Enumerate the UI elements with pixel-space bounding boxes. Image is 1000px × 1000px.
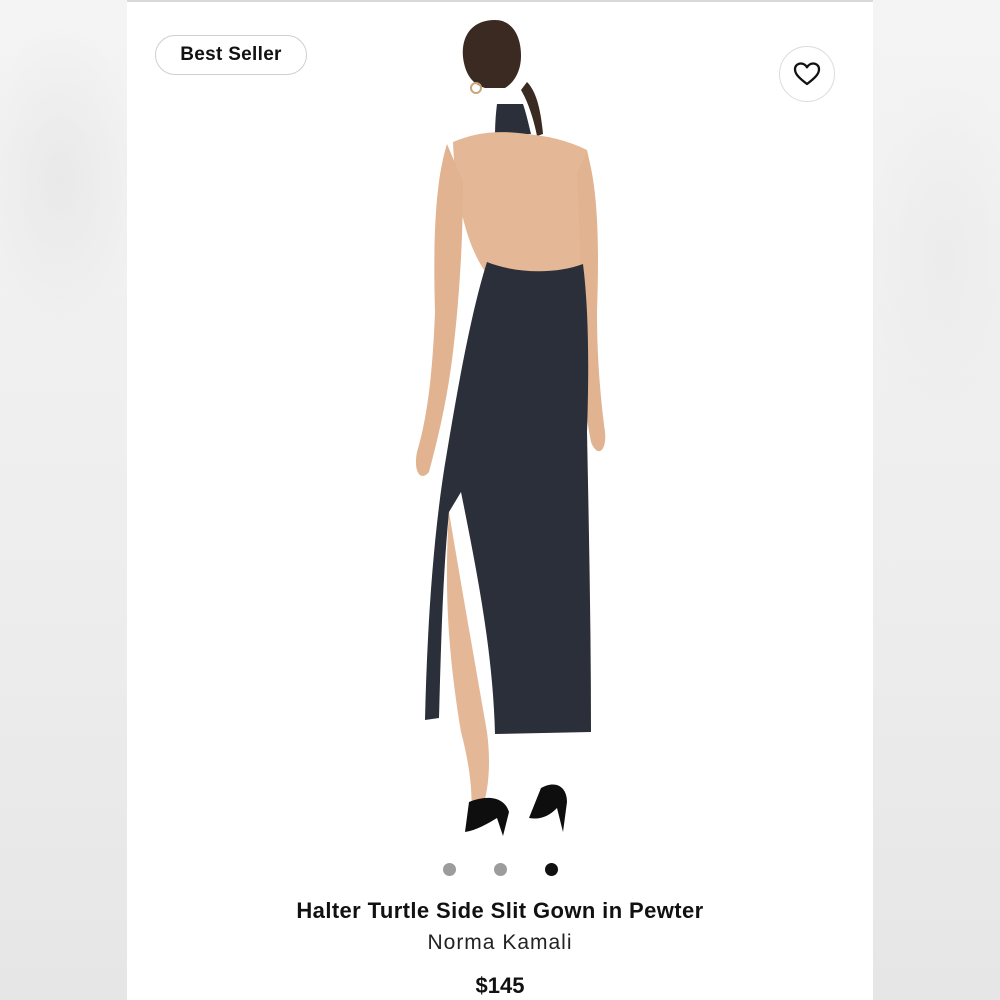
carousel-dot[interactable] xyxy=(493,863,507,876)
back xyxy=(453,132,592,274)
best-seller-badge: Best Seller xyxy=(155,35,307,75)
badge-label: Best Seller xyxy=(180,44,282,65)
shoe-right xyxy=(529,784,567,832)
earring xyxy=(470,82,482,94)
product-photo[interactable] xyxy=(377,12,617,852)
carousel-dot[interactable] xyxy=(442,863,456,876)
collar xyxy=(495,104,531,136)
product-title[interactable]: Halter Turtle Side Slit Gown in Pewter xyxy=(127,898,873,924)
product-card[interactable]: Best Seller Halter Turtle Side Slit Gown… xyxy=(127,0,873,1000)
shoe-left xyxy=(465,797,509,836)
favorite-button[interactable] xyxy=(779,46,835,102)
product-price: $145 xyxy=(475,973,525,998)
hair xyxy=(462,20,521,88)
carousel-dots xyxy=(127,863,873,877)
carousel-dot-active[interactable] xyxy=(544,863,558,876)
heart-icon xyxy=(793,62,821,86)
product-brand[interactable]: Norma Kamali xyxy=(127,931,873,955)
